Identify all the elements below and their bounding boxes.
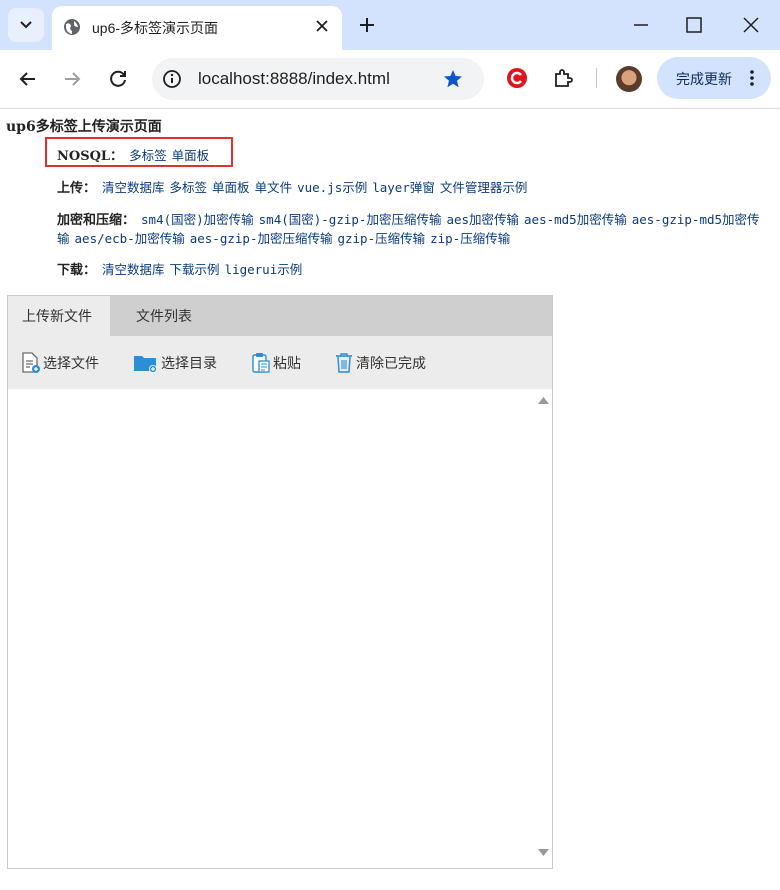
extension-c-icon[interactable] [506,67,528,89]
page-title: up6多标签上传演示页面 [6,119,162,135]
list-scrollbar[interactable] [535,389,552,868]
encryption-row: 加密和压缩： sm4(国密)加密传输 sm4(国密)-gzip-加密压缩传输 aes加… [57,211,767,249]
tab-file-list[interactable]: 文件列表 [122,296,206,336]
chevron-down-icon [20,21,32,29]
upload-link-file-manager[interactable]: 文件管理器示例 [440,180,528,195]
download-row: 下载： 清空数据库 下载示例 ligerui示例 [57,261,307,280]
clipboard-icon [252,353,270,373]
close-icon[interactable] [314,18,330,34]
uploader-panel: 上传新文件 文件列表 选择文件 选择目录 粘贴 清除已完成 [7,295,553,869]
url-text: localhost:8888/index.html [198,69,390,88]
enc-link-zip[interactable]: zip-压缩传输 [430,231,510,246]
uploader-actions: 选择文件 选择目录 粘贴 清除已完成 [8,336,552,389]
download-link-ligerui[interactable]: ligerui示例 [225,262,303,277]
nosql-row: NOSQL： 多标签 单面板 [57,147,214,166]
window-close-icon[interactable] [740,14,762,36]
profile-avatar[interactable] [616,66,642,92]
upload-link-single-file[interactable]: 单文件 [255,180,293,195]
tab-title: up6-多标签演示页面 [92,20,219,36]
uploader-tabs: 上传新文件 文件列表 [8,296,552,336]
update-button-label: 完成更新 [676,72,732,88]
download-label: 下载： [57,263,97,278]
bookmark-star-icon[interactable] [442,68,464,90]
browser-tab-bar: up6-多标签演示页面 [0,0,780,50]
page-content: up6多标签上传演示页面 NOSQL： 多标签 单面板 上传： 清空数据库 多标签 单面板… [0,109,780,890]
file-add-icon [22,352,40,373]
enc-link-gzip[interactable]: gzip-压缩传输 [337,231,425,246]
globe-icon [64,19,80,35]
tab-upload-new[interactable]: 上传新文件 [8,296,110,336]
nosql-label: NOSQL： [57,149,124,164]
upload-link-multitab[interactable]: 多标签 [170,180,208,195]
address-bar[interactable]: localhost:8888/index.html [152,58,484,100]
toolbar-divider [596,68,597,88]
scroll-down-icon[interactable] [537,848,550,858]
enc-link-aes[interactable]: aes加密传输 [446,212,519,227]
upload-link-vue[interactable]: vue.js示例 [297,180,367,195]
encryption-label: 加密和压缩： [57,213,136,228]
reload-icon[interactable] [106,67,130,91]
update-button[interactable]: 完成更新 [657,57,771,99]
browser-tab[interactable]: up6-多标签演示页面 [52,6,342,50]
download-link-demo[interactable]: 下载示例 [170,262,220,277]
select-file-label: 选择文件 [43,355,99,371]
clear-completed-label: 清除已完成 [356,355,426,371]
select-folder-label: 选择目录 [161,355,217,371]
folder-add-icon [134,356,157,373]
enc-link-aes-gzip[interactable]: aes-gzip-加密压缩传输 [190,231,333,246]
trash-icon [336,353,352,373]
more-menu-icon[interactable] [749,69,755,87]
enc-link-sm4-gzip[interactable]: sm4(国密)-gzip-加密压缩传输 [259,212,442,227]
upload-link-layer[interactable]: layer弹窗 [372,180,435,195]
nosql-link-single-panel[interactable]: 单面板 [172,148,210,163]
clear-completed-button[interactable]: 清除已完成 [334,352,426,374]
nosql-link-multitab[interactable]: 多标签 [129,148,167,163]
upload-row: 上传： 清空数据库 多标签 单面板 单文件 vue.js示例 layer弹窗 文件管理器示例 [57,179,532,198]
back-arrow-icon[interactable] [16,67,40,91]
select-file-button[interactable]: 选择文件 [21,352,99,374]
enc-link-sm4[interactable]: sm4(国密)加密传输 [141,212,254,227]
upload-link-clear-db[interactable]: 清空数据库 [102,180,165,195]
maximize-icon[interactable] [683,14,705,36]
forward-arrow-icon[interactable] [60,67,84,91]
enc-link-aes-md5[interactable]: aes-md5加密传输 [524,212,627,227]
upload-file-list [8,389,552,868]
scroll-up-icon[interactable] [537,395,550,405]
enc-link-aes-ecb[interactable]: aes/ecb-加密传输 [75,231,185,246]
select-folder-button[interactable]: 选择目录 [133,352,217,374]
site-info-icon[interactable] [162,69,182,89]
upload-label: 上传： [57,181,97,196]
paste-button[interactable]: 粘贴 [251,352,301,374]
plus-icon[interactable] [356,14,378,36]
extensions-puzzle-icon[interactable] [551,66,575,90]
tab-search-button[interactable] [8,8,44,42]
paste-label: 粘贴 [273,355,301,371]
download-link-clear-db[interactable]: 清空数据库 [102,262,165,277]
minimize-icon[interactable] [630,14,652,36]
upload-link-single-panel[interactable]: 单面板 [212,180,250,195]
